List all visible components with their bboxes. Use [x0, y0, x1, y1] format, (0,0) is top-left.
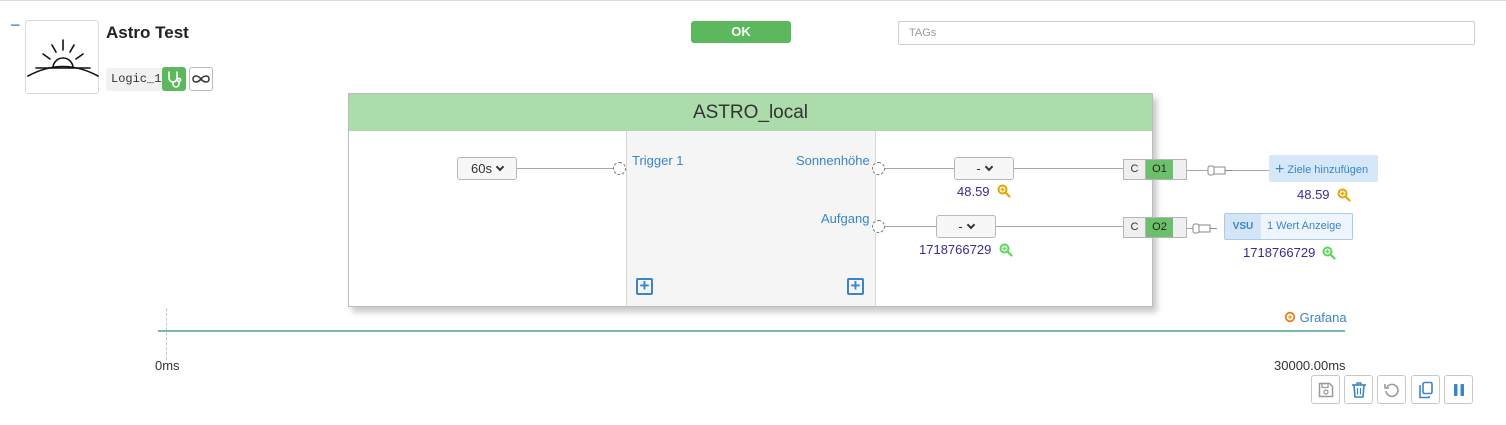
logic-id-badge: Logic_1	[106, 68, 167, 91]
output-1-value: 48.59	[957, 184, 990, 199]
timeline-marker	[166, 308, 167, 360]
output-wire-2b	[996, 226, 1124, 227]
connector-c-label: C	[1130, 221, 1139, 233]
connector-o-label: O1	[1145, 160, 1173, 179]
zoom-icon[interactable]	[1322, 246, 1336, 260]
output-wire-1a	[885, 168, 954, 169]
output-wire-2a	[885, 226, 936, 227]
target-2-value: 1718766729	[1243, 245, 1316, 260]
plus-icon: +	[1275, 161, 1285, 178]
output-port-1[interactable]	[872, 162, 885, 175]
pause-icon	[1453, 384, 1464, 396]
add-trigger-button[interactable]: +	[636, 277, 653, 295]
top-divider	[0, 0, 1506, 1]
tags-input[interactable]	[898, 21, 1475, 45]
interval-select[interactable]: 60s	[457, 157, 517, 180]
trash-icon	[1351, 382, 1366, 398]
trigger-label[interactable]: Trigger 1	[632, 153, 684, 168]
output-2-select-value: -	[958, 219, 963, 234]
zoom-icon[interactable]	[999, 243, 1013, 257]
logic-title: Astro Test	[106, 23, 189, 42]
vsu-tag: VSU	[1225, 214, 1261, 239]
output-label-aufgang[interactable]: Aufgang	[821, 211, 869, 226]
vsu-target[interactable]: VSU 1 Wert Anzeige	[1224, 213, 1353, 240]
timeline-start-label: 0ms	[155, 358, 180, 373]
output-2-connector[interactable]: C O2	[1123, 217, 1187, 238]
undo-button[interactable]	[1377, 375, 1406, 404]
output-label-sonnenhoehe[interactable]: Sonnenhöhe	[796, 153, 870, 168]
output-2-value: 1718766729	[919, 242, 992, 257]
output-port-2[interactable]	[872, 220, 885, 233]
save-button[interactable]	[1311, 375, 1340, 404]
connector-o-label: O2	[1145, 218, 1173, 237]
logic-logo	[25, 20, 99, 94]
ok-status-button[interactable]: OK	[691, 21, 791, 43]
zoom-icon[interactable]	[1337, 188, 1351, 202]
add-targets-button[interactable]: + Ziele hinzufügen	[1269, 155, 1378, 182]
target-1-value: 48.59	[1297, 187, 1330, 202]
timeline-track[interactable]	[158, 330, 1345, 332]
chevron-down-icon	[495, 162, 505, 172]
delete-button[interactable]	[1344, 375, 1373, 404]
target-wire-1a	[1187, 170, 1208, 171]
pause-button[interactable]	[1444, 375, 1473, 404]
plug-icon	[1192, 222, 1218, 235]
copy-button[interactable]	[1411, 375, 1440, 404]
input-port[interactable]	[613, 162, 626, 175]
input-wire	[517, 168, 613, 169]
save-icon	[1318, 382, 1333, 398]
chevron-down-icon	[966, 220, 975, 230]
undo-icon	[1383, 383, 1399, 398]
chevron-down-icon	[984, 162, 993, 172]
sunrise-icon	[27, 39, 99, 77]
debug-button[interactable]	[162, 67, 186, 91]
grafana-link[interactable]: Grafana	[1284, 310, 1347, 325]
output-1-connector[interactable]: C O1	[1123, 159, 1187, 180]
loop-button[interactable]	[189, 67, 213, 91]
collapse-toggle[interactable]: −	[10, 16, 21, 34]
target-wire-1b	[1232, 170, 1269, 171]
grafana-icon	[1284, 311, 1296, 323]
timeline-end-label: 30000.00ms	[1274, 358, 1346, 373]
output-1-select-value: -	[976, 161, 981, 176]
infinity-icon	[192, 75, 210, 83]
copy-icon	[1418, 381, 1433, 399]
output-2-select[interactable]: -	[936, 215, 996, 238]
output-1-select[interactable]: -	[954, 157, 1014, 180]
output-wire-1b	[1014, 168, 1124, 169]
stethoscope-icon	[168, 71, 182, 88]
interval-value: 60s	[471, 161, 492, 176]
add-targets-label: Ziele hinzufügen	[1287, 164, 1369, 176]
zoom-icon[interactable]	[997, 184, 1011, 198]
connector-c-label: C	[1130, 163, 1139, 175]
grafana-label: Grafana	[1299, 310, 1347, 325]
node-title[interactable]: ASTRO_local	[349, 94, 1152, 131]
plug-icon	[1207, 164, 1233, 177]
add-output-button[interactable]: +	[847, 277, 864, 295]
vsu-label[interactable]: 1 Wert Anzeige	[1267, 214, 1341, 239]
